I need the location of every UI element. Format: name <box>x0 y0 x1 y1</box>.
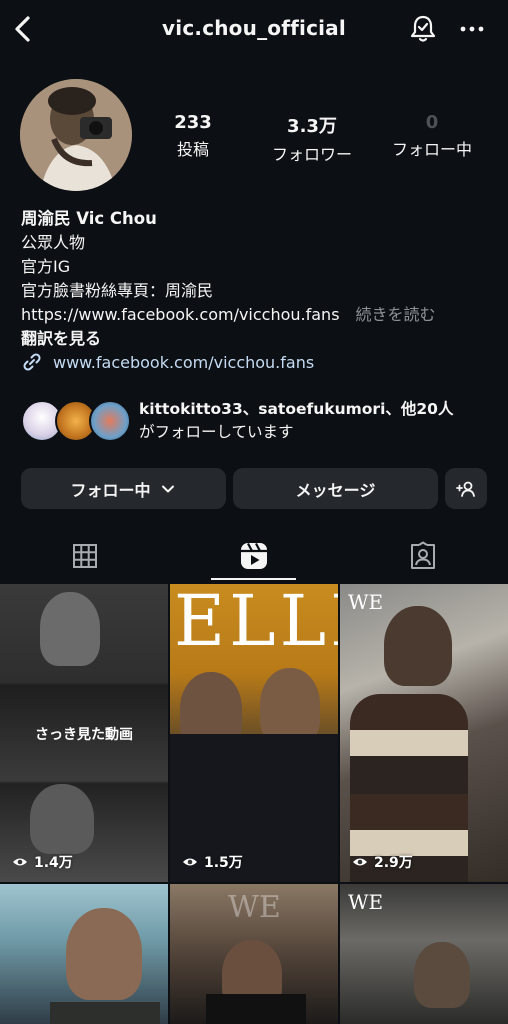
eye-icon <box>353 858 367 866</box>
mutual-follower-avatar <box>89 400 131 442</box>
more-options-icon[interactable] <box>456 18 488 40</box>
magazine-logo: WE <box>348 890 384 914</box>
avatar-photo <box>20 79 132 191</box>
notification-bell-icon[interactable] <box>406 12 440 46</box>
followers-count[interactable]: 3.3万 フォロワー <box>257 112 367 165</box>
profile-bio: 周渝民 Vic Chou 公眾人物 官方IG 官方臉書粉絲專頁：周渝民 http… <box>21 207 491 351</box>
bio-line-1: 官方IG <box>21 257 71 276</box>
read-more-link[interactable]: 続きを読む <box>356 305 436 324</box>
tab-posts-grid[interactable] <box>0 530 169 582</box>
followers-label: フォロワー <box>271 145 352 164</box>
bio-url-text: https://www.facebook.com/vicchou.fans <box>21 305 340 324</box>
thumbnail-figure <box>260 668 320 744</box>
grid-icon <box>72 544 97 568</box>
thumbnail-figure <box>414 942 470 1008</box>
reel-thumbnail[interactable]: ELLE 1.5万 <box>170 584 338 882</box>
reel-thumbnail[interactable]: WE <box>170 884 338 1024</box>
mutual-follower-names: kittokitto33、satoefukumori、他20人 <box>139 400 454 418</box>
chevron-down-icon <box>161 485 174 492</box>
profile-avatar[interactable] <box>20 79 132 191</box>
following-label: フォロー中 <box>391 140 472 159</box>
view-count-value: 2.9万 <box>374 855 413 871</box>
view-count: 2.9万 <box>352 852 413 872</box>
top-bar: vic.chou_official <box>0 0 508 58</box>
view-count-value: 1.5万 <box>204 855 243 871</box>
posts-label: 投稿 <box>176 140 209 159</box>
reel-thumbnail[interactable]: WE 2.9万 <box>340 584 508 882</box>
magazine-logo: ELLE <box>174 584 338 662</box>
message-button[interactable]: メッセージ <box>233 468 438 509</box>
translate-link[interactable]: 翻訳を見る <box>21 327 491 351</box>
eye-icon <box>13 858 27 866</box>
eye-icon <box>183 858 197 866</box>
thumbnail-figure <box>40 592 100 666</box>
followers-value: 3.3万 <box>287 116 337 137</box>
view-count: 1.4万 <box>12 852 73 872</box>
thumbnail-clothing <box>206 994 306 1024</box>
thumbnail-figure <box>384 606 452 686</box>
magazine-logo: WE <box>348 590 384 614</box>
reel-thumbnail[interactable]: WE <box>340 884 508 1024</box>
tab-tagged[interactable] <box>338 530 507 582</box>
profile-link[interactable]: www.facebook.com/vicchou.fans <box>21 350 314 374</box>
following-count[interactable]: 0 フォロー中 <box>377 112 487 160</box>
reel-thumbnail[interactable] <box>0 884 168 1024</box>
reel-thumbnail[interactable]: さっき見た動画 1.4万 <box>0 584 168 882</box>
thumbnail-figure <box>66 908 142 1000</box>
view-count-value: 1.4万 <box>34 855 73 871</box>
mutual-followers-text: kittokitto33、satoefukumori、他20人 がフォローしてい… <box>139 398 499 444</box>
mutual-follower-suffix: がフォローしています <box>139 423 294 441</box>
reels-grid: さっき見た動画 1.4万 ELLE 1.5万 WE 2.9万 WE W <box>0 584 508 1024</box>
posts-value: 233 <box>174 112 212 133</box>
reels-icon <box>240 542 267 569</box>
following-button[interactable]: フォロー中 <box>21 468 226 509</box>
bio-category: 公眾人物 <box>21 233 86 252</box>
display-name: 周渝民 Vic Chou <box>21 209 157 228</box>
bio-line-3: https://www.facebook.com/vicchou.fans 続きを… <box>21 303 491 327</box>
add-person-icon <box>456 481 475 497</box>
message-button-label: メッセージ <box>295 480 376 500</box>
recently-watched-label: さっき見た動画 <box>35 727 133 743</box>
following-button-label: フォロー中 <box>70 480 151 500</box>
tagged-person-icon <box>410 541 435 569</box>
suggested-users-button[interactable] <box>445 468 487 509</box>
thumbnail-figure <box>30 784 94 854</box>
following-value: 0 <box>425 112 439 133</box>
profile-tabs <box>0 530 508 582</box>
link-icon <box>23 353 41 371</box>
magazine-logo: WE <box>228 890 281 925</box>
thumbnail-clothing <box>50 1002 160 1024</box>
posts-count[interactable]: 233 投稿 <box>138 112 248 160</box>
profile-link-text: www.facebook.com/vicchou.fans <box>53 352 315 372</box>
tab-reels[interactable] <box>169 530 338 582</box>
bio-line-2: 官方臉書粉絲專頁：周渝民 <box>21 281 214 300</box>
mutual-followers[interactable]: kittokitto33、satoefukumori、他20人 がフォローしてい… <box>21 398 491 446</box>
view-count: 1.5万 <box>182 852 243 872</box>
